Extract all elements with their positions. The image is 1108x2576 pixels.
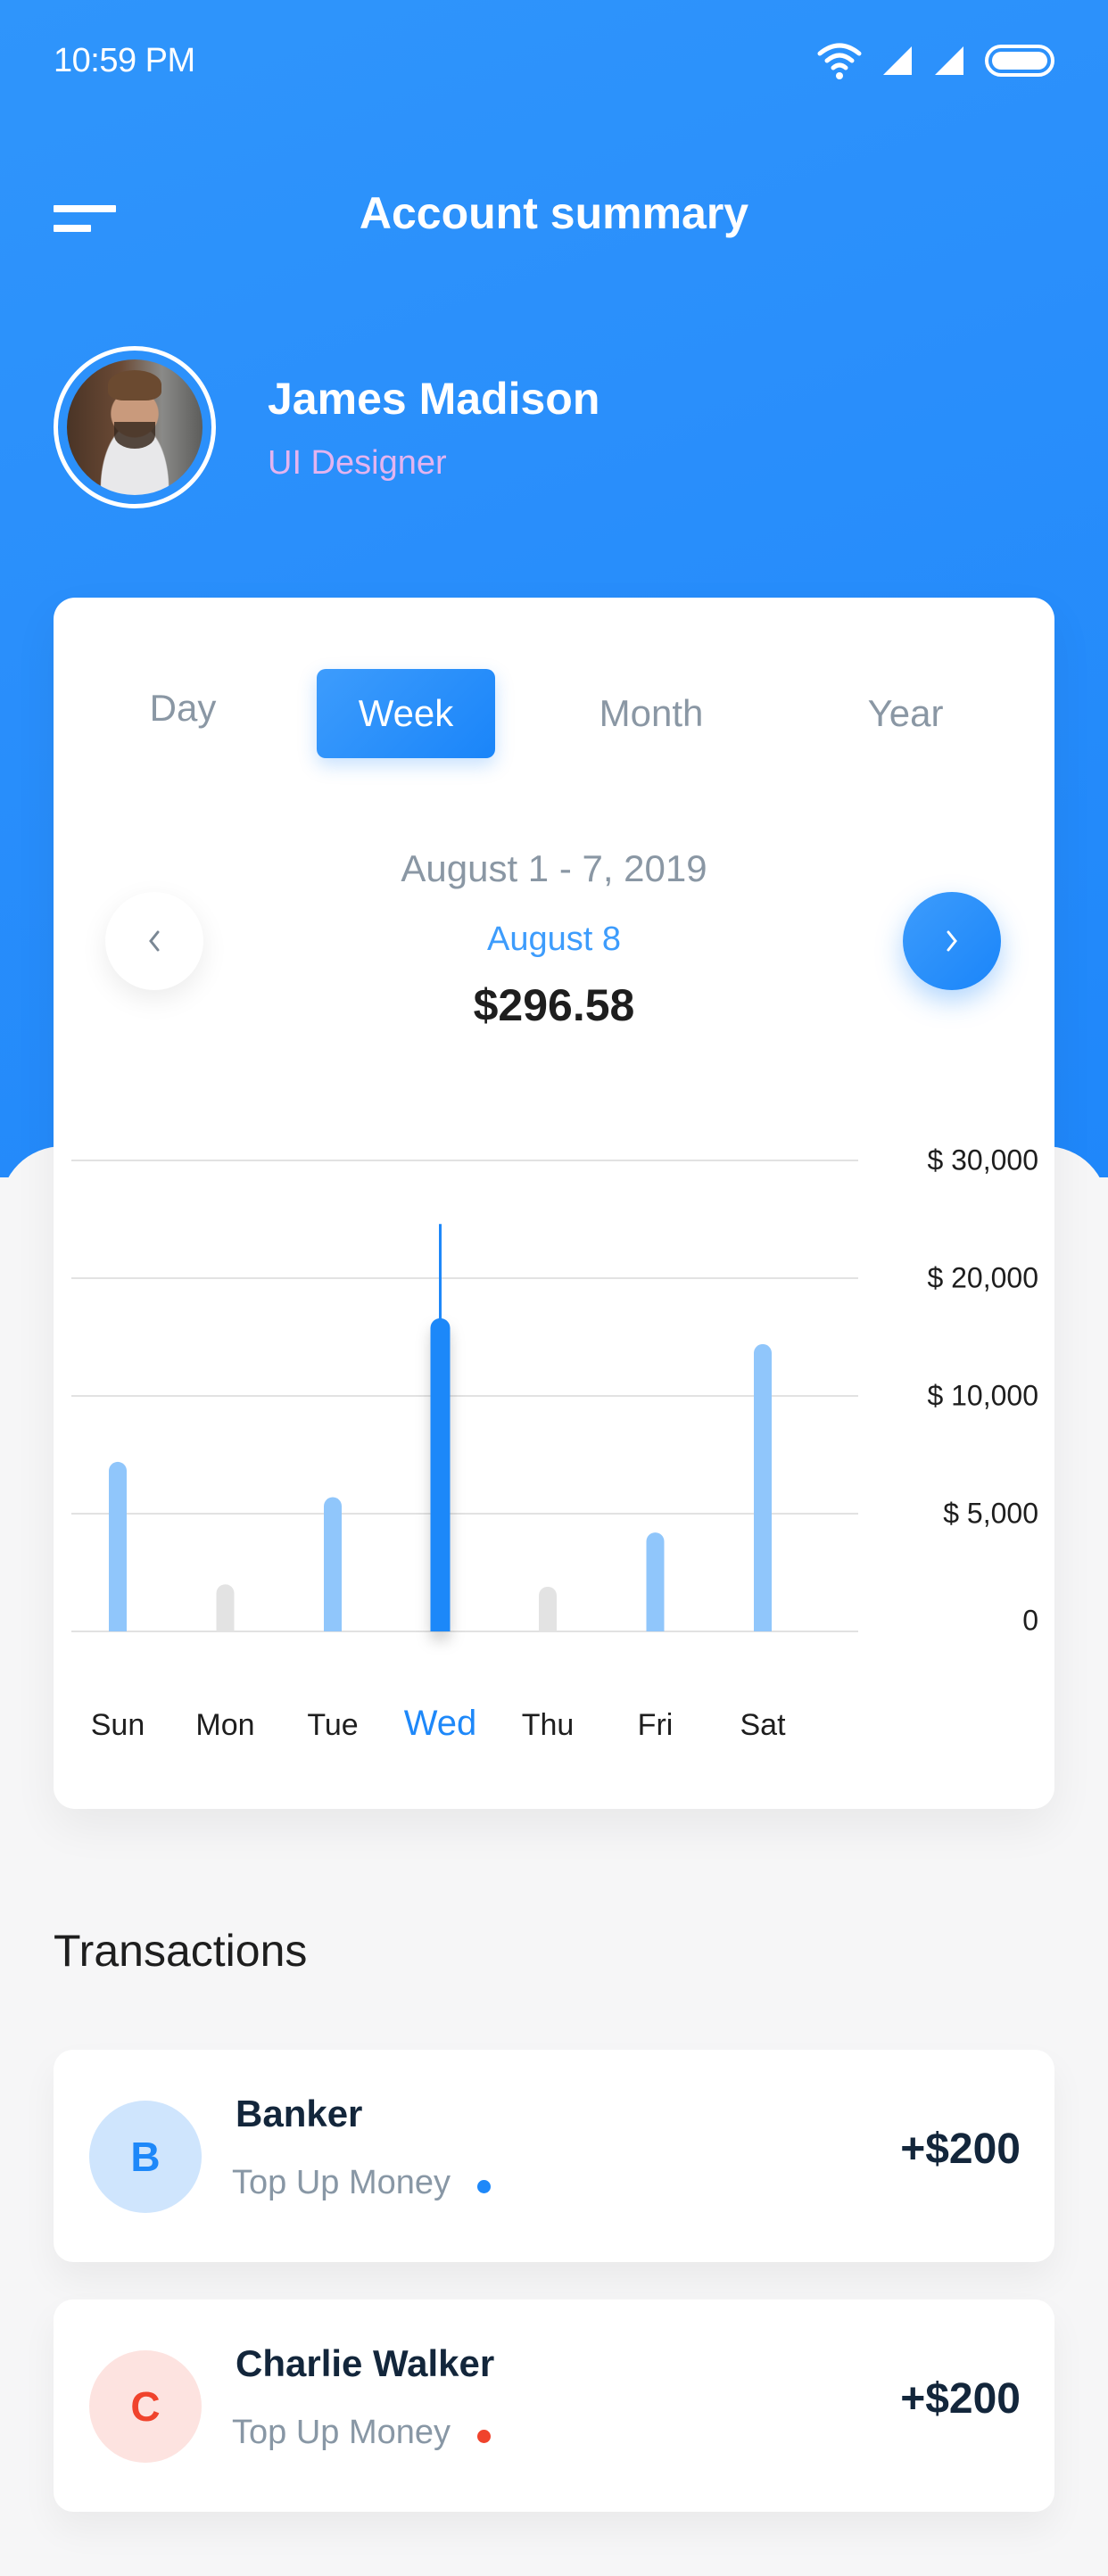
tab-week[interactable]: Week xyxy=(317,669,495,758)
x-tick-label-fri[interactable]: Fri xyxy=(638,1708,674,1743)
status-dot-icon xyxy=(477,2180,492,2193)
chart-plot xyxy=(71,1160,858,1632)
bar-tue[interactable] xyxy=(324,1497,342,1631)
transaction-item[interactable]: C Charlie Walker Top Up Money +$200 xyxy=(54,2299,1054,2512)
profile-role: UI Designer xyxy=(268,443,447,482)
status-icons xyxy=(817,41,1054,80)
signal-icon-2 xyxy=(935,46,963,75)
transaction-description: Top Up Money xyxy=(232,2414,492,2452)
bar-sun[interactable] xyxy=(109,1461,127,1631)
signal-icon xyxy=(883,46,912,75)
transaction-description: Top Up Money xyxy=(232,2164,492,2202)
selected-amount: $296.58 xyxy=(473,980,635,1030)
tab-year[interactable]: Year xyxy=(839,669,972,758)
transaction-name: Banker xyxy=(236,2093,363,2134)
transaction-description-text: Top Up Money xyxy=(232,2414,451,2451)
transaction-item[interactable]: B Banker Top Up Money +$200 xyxy=(54,2050,1054,2262)
battery-icon xyxy=(985,45,1054,77)
transaction-description-text: Top Up Money xyxy=(232,2164,451,2201)
x-tick-label-sun[interactable]: Sun xyxy=(91,1708,145,1743)
x-tick-label-wed[interactable]: Wed xyxy=(404,1704,477,1744)
profile-name: James Madison xyxy=(268,373,600,424)
transaction-amount: +$200 xyxy=(900,2375,1021,2423)
next-button[interactable] xyxy=(903,892,1001,990)
bar-wed[interactable] xyxy=(430,1317,451,1631)
weekly-bar-chart: 0 $ 5,000 $ 10,000 $ 20,000 $ 30,000 Sun Mon Tu… xyxy=(54,1133,1054,1793)
tab-month[interactable]: Month xyxy=(562,669,740,758)
bar-fri[interactable] xyxy=(646,1532,665,1631)
avatar-photo xyxy=(67,359,203,495)
x-tick-label-mon[interactable]: Mon xyxy=(195,1708,254,1743)
y-tick-label: $ 20,000 xyxy=(927,1261,1038,1294)
y-tick-label: 0 xyxy=(1022,1604,1038,1637)
transaction-avatar: B xyxy=(89,2101,202,2213)
tab-day[interactable]: Day xyxy=(125,664,241,753)
transaction-amount: +$200 xyxy=(900,2126,1021,2173)
status-dot-icon xyxy=(477,2430,492,2443)
chevron-right-icon xyxy=(947,930,957,952)
date-range: August 1 - 7, 2019 xyxy=(401,847,707,889)
bar-mon[interactable] xyxy=(216,1584,235,1631)
profile: James Madison UI Designer xyxy=(54,346,599,508)
transaction-name: Charlie Walker xyxy=(236,2342,495,2384)
x-tick-label-tue[interactable]: Tue xyxy=(307,1708,358,1743)
status-bar: 10:59 PM xyxy=(54,36,1054,86)
transaction-avatar: C xyxy=(89,2350,202,2463)
summary-card: Day Week Month Year August 1 - 7, 2019 A… xyxy=(54,598,1054,1809)
wifi-icon xyxy=(817,43,862,79)
avatar[interactable] xyxy=(54,346,216,508)
bar-thu[interactable] xyxy=(539,1586,557,1631)
y-tick-label: $ 5,000 xyxy=(943,1497,1038,1530)
x-tick-label-thu[interactable]: Thu xyxy=(522,1708,575,1743)
period-tabs: Day Week Month Year xyxy=(54,669,1054,758)
y-tick-label: $ 10,000 xyxy=(927,1379,1038,1412)
bar-sat[interactable] xyxy=(754,1343,772,1631)
y-tick-label: $ 30,000 xyxy=(927,1144,1038,1177)
x-tick-label-sat[interactable]: Sat xyxy=(740,1708,785,1743)
transactions-title: Transactions xyxy=(54,1926,308,1976)
page-title: Account summary xyxy=(359,188,749,238)
app-bar: Account summary xyxy=(0,178,1108,259)
status-time: 10:59 PM xyxy=(54,41,195,79)
